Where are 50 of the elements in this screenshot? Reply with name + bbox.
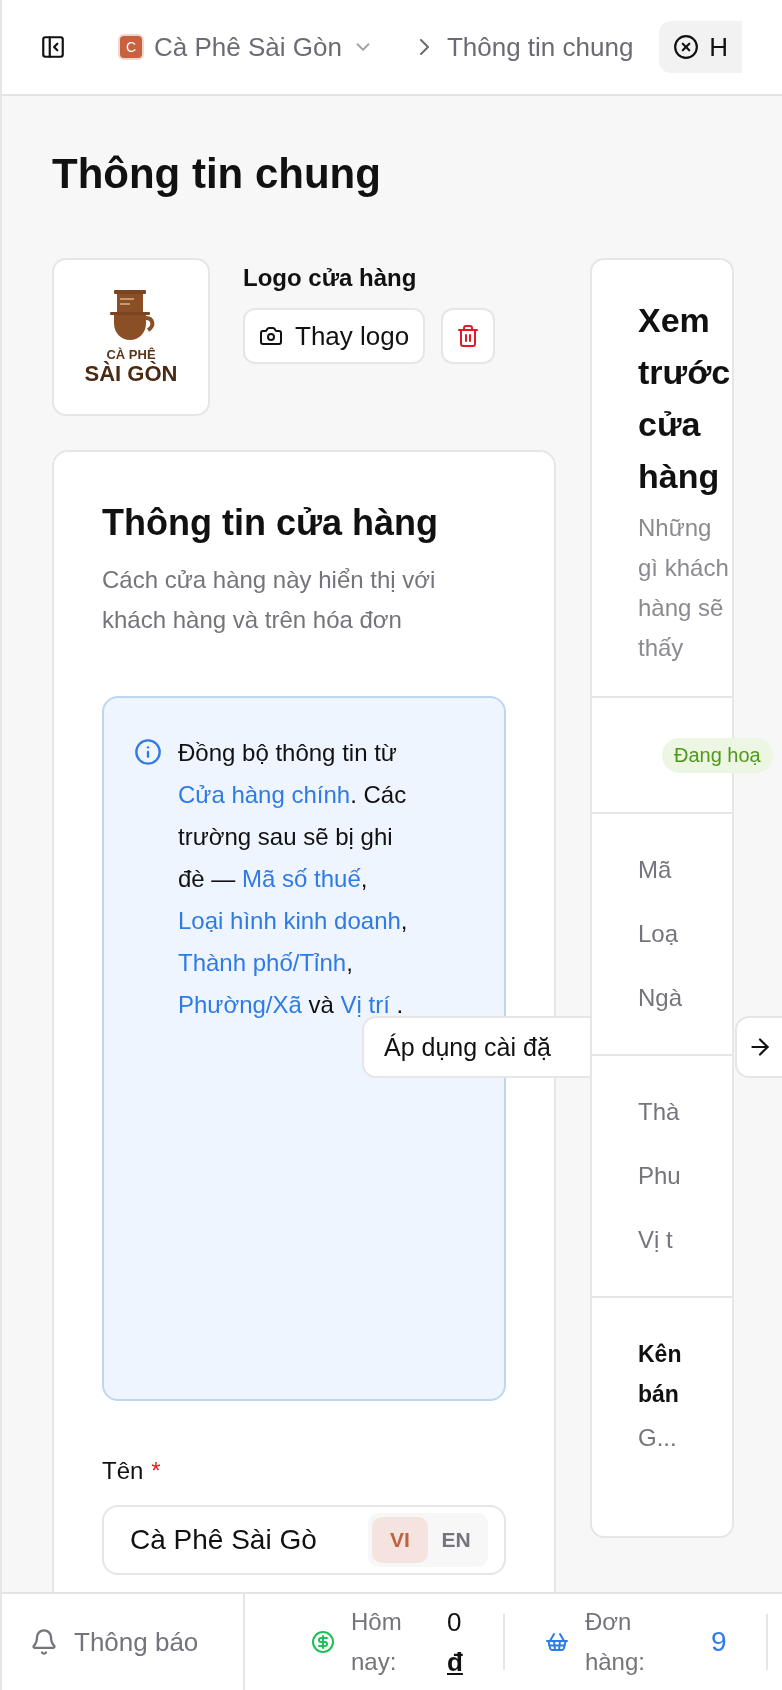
preview-field-label: Loạ: [638, 919, 680, 949]
logo-text: CÀ PHÊ: [106, 348, 156, 362]
bell-icon: [30, 1628, 58, 1656]
notice-link[interactable]: Loại hình kinh doanh: [178, 907, 401, 934]
preview-subtitle: Những gì khách hàng sẽ thấy: [638, 513, 730, 663]
notice-link[interactable]: Thành phố/Tỉnh: [178, 949, 347, 976]
breadcrumb-current: Thông tin chung: [446, 31, 634, 63]
stat-label: Đơn hàng:: [584, 1607, 646, 1677]
preview-value: G...: [638, 1423, 678, 1453]
dollar-icon: [311, 1630, 335, 1654]
preview-field-label: Ngà: [638, 983, 684, 1013]
sidebar-toggle-icon[interactable]: [40, 34, 66, 60]
stat-label: Hôm nay:: [351, 1607, 403, 1677]
notice-link[interactable]: Cửa hàng chính: [178, 781, 351, 808]
delete-logo-button[interactable]: [441, 308, 496, 364]
name-input[interactable]: Cà Phê Sài Gò VI EN: [102, 1505, 506, 1575]
stat-value: 0: [447, 1606, 463, 1639]
basket-icon: [544, 1630, 569, 1654]
logo-label: Logo cửa hàng: [243, 264, 418, 292]
status-badge: Đang hoạ: [662, 737, 773, 773]
notice-link[interactable]: Mã số thuế: [242, 865, 361, 892]
preview-field-label: Thà: [638, 1097, 681, 1127]
card-subtitle: Cách cửa hàng này hiển thị với khách hàng và trên hóa đơn: [102, 565, 437, 635]
next-button[interactable]: [735, 1016, 782, 1078]
language-toggle[interactable]: VI: [372, 1517, 428, 1563]
notice-link[interactable]: Vị trí: [340, 991, 390, 1018]
change-logo-button[interactable]: Thay logo: [243, 308, 426, 364]
required-mark: *: [151, 1457, 161, 1485]
preview-title: Xem trước cửa hàng: [638, 300, 732, 497]
chevron-right-icon: [419, 39, 429, 55]
page-title: Thông tin chung: [52, 149, 382, 199]
camera-icon: [259, 324, 283, 348]
card-title: Thông tin cửa hàng: [102, 501, 440, 545]
field-label: Tên: [102, 1457, 144, 1485]
preview-heading: Kên bán: [638, 1340, 683, 1409]
language-toggle[interactable]: EN: [428, 1517, 484, 1563]
trash-icon: [456, 324, 481, 348]
store-avatar: C: [118, 34, 144, 60]
store-switcher[interactable]: C Cà Phê Sài Gòn: [118, 31, 374, 63]
order-count: 9: [710, 1626, 727, 1658]
preview-field-label: Vị t: [638, 1225, 674, 1255]
currency-symbol: đ: [447, 1646, 463, 1679]
info-icon: [134, 738, 162, 766]
notice-link[interactable]: Phường/Xã: [178, 991, 302, 1018]
logo-text: SÀI GÒN: [84, 362, 178, 386]
preview-field-label: Mã: [638, 855, 673, 885]
preview-field-label: Phu: [638, 1161, 682, 1191]
close-icon[interactable]: [673, 34, 700, 60]
apply-settings-button[interactable]: Áp dụng cài đặ: [362, 1016, 590, 1078]
page-tab[interactable]: H: [659, 21, 743, 73]
